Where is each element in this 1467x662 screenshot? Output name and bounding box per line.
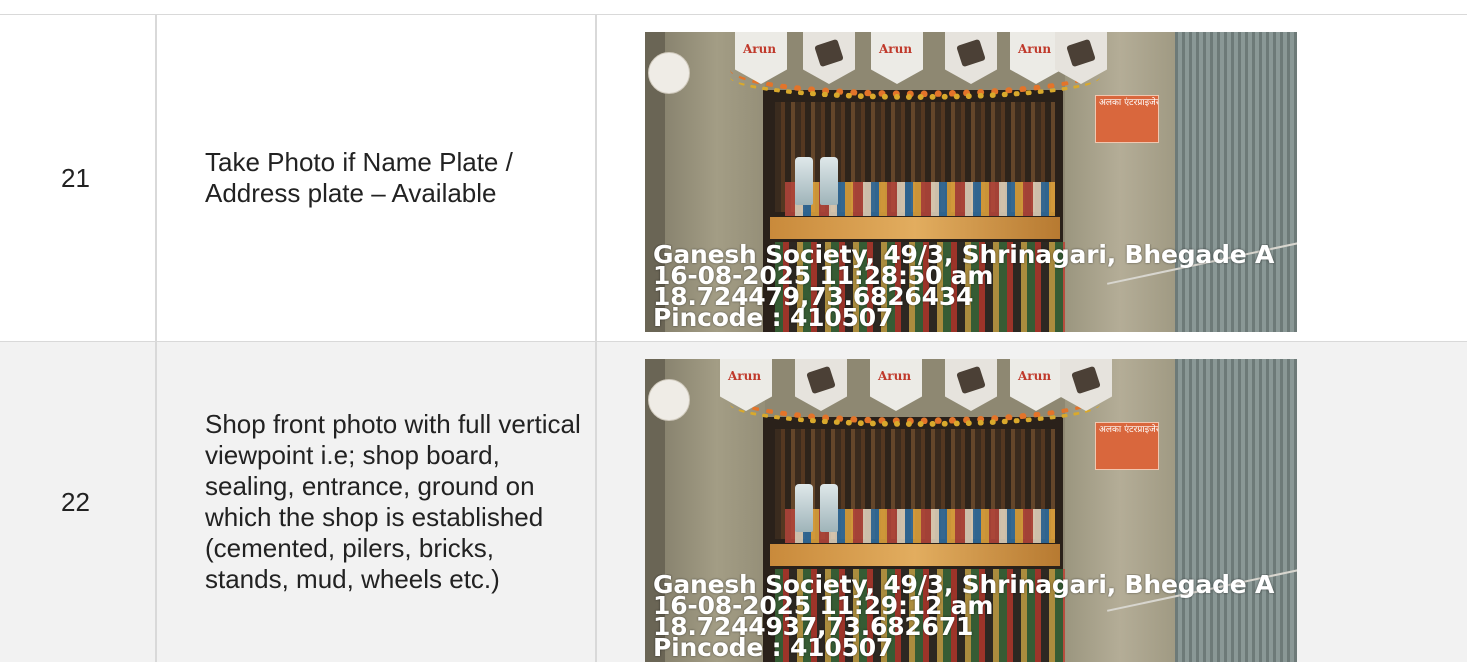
brand-flag-text: Arun — [1018, 369, 1052, 383]
jar-icon — [795, 484, 813, 532]
brand-flag-text: Arun — [1018, 42, 1052, 56]
geo-stamp: Ganesh Society, 49/3, Shrinagari, Bhegad… — [653, 244, 1297, 328]
photo-cell: Arun Arun Arun अलका एंटरप्राइजेस Ganesh … — [597, 15, 1467, 341]
name-plate: अलका एंटरप्राइजेस — [1095, 95, 1159, 143]
photo-cell: Arun Arun Arun अलका एंटरप्राइजेस Ganesh … — [597, 342, 1467, 662]
brand-flag-text: Arun — [878, 369, 912, 383]
shop-photo[interactable]: Arun Arun Arun अलका एंटरप्राइजेस Ganesh … — [645, 32, 1297, 332]
brand-flag-text: Arun — [743, 42, 777, 56]
table-row: 21 Take Photo if Name Plate / Address pl… — [0, 14, 1467, 342]
stamp-pincode: Pincode : 410507 — [653, 633, 894, 658]
table-row: 22 Shop front photo with full vertical v… — [0, 342, 1467, 662]
row-number-text: 22 — [61, 486, 90, 517]
row-description: Shop front photo with full vertical view… — [157, 342, 597, 662]
photo-counter — [770, 544, 1060, 566]
brand-flag-text: Arun — [879, 42, 913, 56]
jar-icon — [795, 157, 813, 205]
name-plate-title: अलका एंटरप्राइजेस — [1099, 98, 1158, 108]
name-plate-title: अलका एंटरप्राइजेस — [1099, 425, 1158, 435]
sticker-icon — [648, 52, 690, 94]
jar-icon — [820, 157, 838, 205]
jar-icon — [820, 484, 838, 532]
geo-stamp: Ganesh Society, 49/3, Shrinagari, Bhegad… — [653, 574, 1297, 658]
stamp-pincode: Pincode : 410507 — [653, 303, 894, 328]
row-number-text: 21 — [61, 162, 90, 193]
sticker-icon — [648, 379, 690, 421]
name-plate: अलका एंटरप्राइजेस — [1095, 422, 1159, 470]
photo-counter — [770, 217, 1060, 239]
row-number: 21 — [0, 15, 157, 341]
row-description-text: Take Photo if Name Plate / Address plate… — [205, 147, 513, 208]
brand-flag-text: Arun — [728, 369, 762, 383]
row-number: 22 — [0, 342, 157, 662]
row-description: Take Photo if Name Plate / Address plate… — [157, 15, 597, 341]
shop-photo[interactable]: Arun Arun Arun अलका एंटरप्राइजेस Ganesh … — [645, 359, 1297, 662]
row-description-text: Shop front photo with full vertical view… — [205, 409, 581, 594]
